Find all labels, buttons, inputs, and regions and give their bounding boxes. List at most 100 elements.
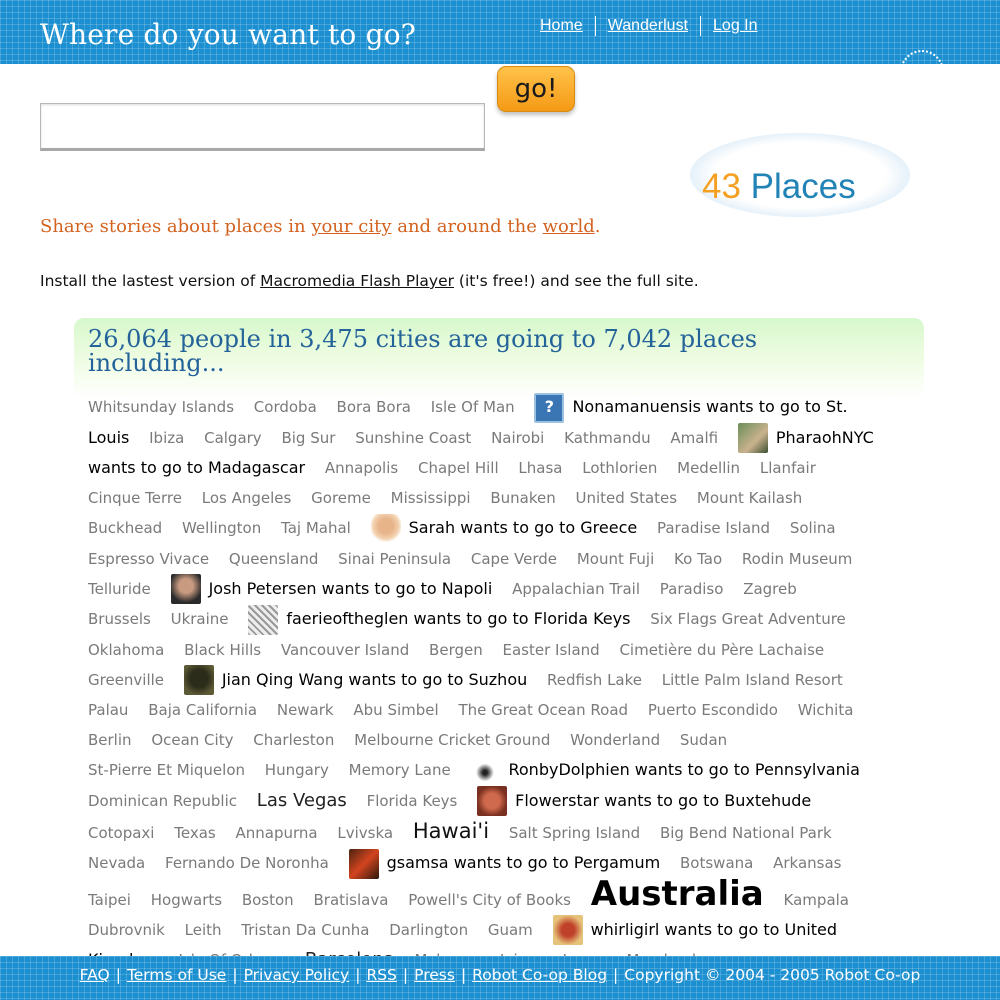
place-link[interactable]: Memory Lane [349,761,451,779]
flash-player-link[interactable]: Macromedia Flash Player [260,272,454,290]
place-link[interactable]: Cimetière du Père Lachaise [619,641,824,659]
question-avatar-icon[interactable]: ? [534,392,565,423]
nav-wanderlust-link[interactable]: Wanderlust [594,16,700,36]
place-link[interactable]: Big Bend National Park [660,824,832,842]
place-link[interactable]: Vancouver Island [281,641,409,659]
place-link[interactable]: St-Pierre Et Miquelon [88,761,245,779]
place-link[interactable]: Medellin [677,459,740,477]
place-link[interactable]: Dominican Republic [88,792,237,810]
place-link[interactable]: Palau [88,701,128,719]
place-link[interactable]: Bora Bora [337,398,411,416]
place-link[interactable]: Appalachian Trail [512,580,640,598]
place-link[interactable]: Taipei [88,891,131,909]
footer-press-link[interactable]: Press [414,966,455,984]
place-link[interactable]: Boston [242,891,294,909]
place-link[interactable]: Easter Island [503,641,600,659]
place-link[interactable]: Ko Tao [674,550,722,568]
place-link[interactable]: Powell's City of Books [408,891,571,909]
place-link[interactable]: Leith [185,921,222,939]
wish-link[interactable]: RonbyDolphien wants to go to Pennsylvani… [508,760,860,779]
place-link[interactable]: Lothlorien [582,459,657,477]
place-link[interactable]: Dubrovnik [88,921,165,939]
place-link[interactable]: Chapel Hill [418,459,499,477]
place-link[interactable]: Paradiso [660,580,724,598]
footer-rss-link[interactable]: RSS [366,966,396,984]
wish-link[interactable]: faerieoftheglen wants to go to Florida K… [286,609,630,628]
place-link[interactable]: Hawai'i [413,819,489,843]
place-link[interactable]: Florida Keys [367,792,458,810]
place-link[interactable]: Llanfair [760,459,816,477]
footer-privacy-link[interactable]: Privacy Policy [244,966,350,984]
user-avatar-icon[interactable] [470,755,501,786]
place-link[interactable]: Annapolis [325,459,398,477]
place-link[interactable]: Hogwarts [151,891,222,909]
user-avatar-icon[interactable] [370,513,401,544]
place-link[interactable]: The Great Ocean Road [458,701,628,719]
place-link[interactable]: Texas [174,824,215,842]
wish-link[interactable]: gsamsa wants to go to Pergamum [387,853,661,872]
nav-login-link[interactable]: Log In [700,16,769,36]
place-link[interactable]: Sinai Peninsula [338,550,451,568]
footer-faq-link[interactable]: FAQ [80,966,110,984]
search-input[interactable] [40,103,485,151]
place-link[interactable]: Redfish Lake [547,671,642,689]
place-link[interactable]: Sudan [680,731,727,749]
place-link[interactable]: Bergen [429,641,483,659]
place-link[interactable]: Las Vegas [257,790,347,811]
place-link[interactable]: Paradise Island [657,519,770,537]
wish-link[interactable]: Flowerstar wants to go to Buxtehude [515,791,811,810]
place-link[interactable]: Berlin [88,731,132,749]
place-link[interactable]: Buckhead [88,519,162,537]
place-link[interactable]: Sunshine Coast [355,429,471,447]
place-link[interactable]: Bratislava [313,891,388,909]
place-link[interactable]: Taj Mahal [281,519,351,537]
place-link[interactable]: Six Flags Great Adventure [650,610,846,628]
place-link[interactable]: Charleston [253,731,334,749]
place-link[interactable]: Cape Verde [471,550,557,568]
place-link[interactable]: Goreme [311,489,371,507]
go-button[interactable]: go! [497,66,575,112]
place-link[interactable]: Brussels [88,610,151,628]
place-link[interactable]: Australia [591,874,764,914]
user-avatar-icon[interactable] [170,574,201,604]
place-link[interactable]: Kampala [784,891,849,909]
place-link[interactable]: Puerto Escondido [648,701,778,719]
place-link[interactable]: Mississippi [391,489,471,507]
place-link[interactable]: Salt Spring Island [509,824,640,842]
place-link[interactable]: Queensland [229,550,318,568]
user-avatar-icon[interactable] [348,848,379,879]
place-link[interactable]: Calgary [204,429,262,447]
footer-terms-link[interactable]: Terms of Use [127,966,226,984]
place-link[interactable]: Oklahoma [88,641,164,659]
your-city-link[interactable]: your city [311,216,391,237]
place-link[interactable]: Little Palm Island Resort [662,671,843,689]
wish-link[interactable]: Josh Petersen wants to go to Napoli [209,579,493,598]
user-avatar-icon[interactable] [552,915,583,945]
nav-home-link[interactable]: Home [528,16,595,36]
place-link[interactable]: Telluride [88,580,151,598]
footer-blog-link[interactable]: Robot Co-op Blog [472,966,607,984]
place-link[interactable]: Whitsunday Islands [88,398,234,416]
place-link[interactable]: Wonderland [570,731,660,749]
place-link[interactable]: Mount Kailash [697,489,802,507]
place-link[interactable]: Amalfi [670,429,718,447]
place-link[interactable]: Wellington [182,519,261,537]
place-link[interactable]: Solina [790,519,836,537]
place-link[interactable]: Rodin Museum [742,550,853,568]
place-link[interactable]: Greenville [88,671,164,689]
place-link[interactable]: Cordoba [254,398,317,416]
place-link[interactable]: Zagreb [743,580,797,598]
place-link[interactable]: Lvivska [337,824,393,842]
user-avatar-icon[interactable] [183,665,214,695]
place-link[interactable]: Melbourne Cricket Ground [354,731,550,749]
place-link[interactable]: Botswana [680,854,753,872]
place-link[interactable]: Newark [277,701,334,719]
place-link[interactable]: Guam [488,921,533,939]
logo[interactable]: 43 Places [690,127,912,223]
place-link[interactable]: Nevada [88,854,145,872]
place-link[interactable]: Black Hills [184,641,261,659]
place-link[interactable]: Wichita [798,701,854,719]
world-link[interactable]: world [543,216,595,237]
place-link[interactable]: Annapurna [236,824,318,842]
place-link[interactable]: Arkansas [773,854,841,872]
